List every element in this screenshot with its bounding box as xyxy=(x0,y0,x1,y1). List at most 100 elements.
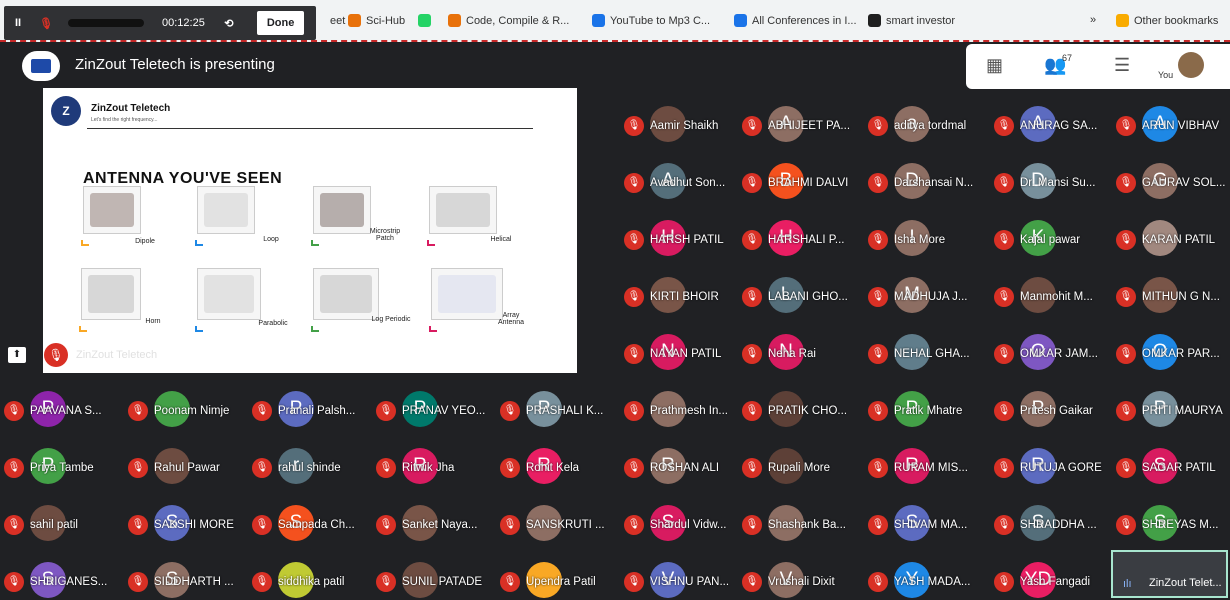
participant-name: SHRADDHA ... xyxy=(1020,519,1097,531)
participant-tile[interactable]: 🎙 B BRAHMI DALVI xyxy=(738,157,858,207)
participant-tile[interactable]: 🎙 A Avadhut Son... xyxy=(620,157,740,207)
participant-tile[interactable]: 🎙 SUNIL PATADE xyxy=(372,556,492,600)
participant-tile[interactable]: 🎙 M MADHUJA J... xyxy=(864,271,984,321)
bookmark-6[interactable]: smart investor xyxy=(868,14,955,27)
participant-tile[interactable]: 🎙 Rupali More xyxy=(738,442,858,492)
bookmark-5[interactable]: All Conferences in I... xyxy=(734,14,857,27)
other-bookmarks[interactable]: Other bookmarks xyxy=(1116,14,1218,27)
self-avatar[interactable] xyxy=(1178,52,1204,78)
participant-tile[interactable]: 🎙 Sanket Naya... xyxy=(372,499,492,549)
chat-icon[interactable]: ☰ xyxy=(1114,55,1130,76)
participant-tile[interactable]: 🎙 P Pritesh Gaikar xyxy=(990,385,1110,435)
participant-tile[interactable]: 🎙 KIRTI BHOIR xyxy=(620,271,740,321)
participant-tile[interactable]: 🎙 R RUPAM MIS... xyxy=(864,442,984,492)
participant-tile[interactable]: 🎙 R Rohit Kela xyxy=(496,442,616,492)
participant-tile[interactable]: 🎙 G GAURAV SOL... xyxy=(1112,157,1230,207)
participant-tile[interactable]: 🎙 S SIDDHARTH ... xyxy=(124,556,244,600)
participant-tile[interactable]: 🎙 K Kajal pawar xyxy=(990,214,1110,264)
mic-off-icon: 🎙 xyxy=(252,515,272,535)
participant-tile[interactable]: 🎙 P PRANAV YEO... xyxy=(372,385,492,435)
participant-tile[interactable]: 🎙 A ARUN VIBHAV xyxy=(1112,100,1230,150)
mic-off-icon: 🎙 xyxy=(500,401,520,421)
participant-tile[interactable]: 🎙 A ANURAG SA... xyxy=(990,100,1110,150)
participant-tile[interactable]: 🎙 D Darshansai N... xyxy=(864,157,984,207)
mic-off-icon: 🎙 xyxy=(1116,116,1136,136)
participant-tile[interactable]: 🎙 MITHUN G N... xyxy=(1112,271,1230,321)
participant-tile[interactable]: 🎙 P Priya Tambe xyxy=(0,442,120,492)
participant-tile[interactable]: 🎙 R RUTUJA GORE xyxy=(990,442,1110,492)
mic-off-icon: 🎙 xyxy=(1116,230,1136,250)
participant-tile[interactable]: 🎙 P PAAVANA S... xyxy=(0,385,120,435)
participant-tile[interactable]: 🎙 Rahul Pawar xyxy=(124,442,244,492)
participant-tile[interactable]: 🎙 P PRITI MAURYA xyxy=(1112,385,1230,435)
participant-name: MADHUJA J... xyxy=(894,291,968,303)
presenter-avatar xyxy=(22,51,60,81)
participant-tile[interactable]: 🎙 S SHRADDHA ... xyxy=(990,499,1110,549)
participant-tile[interactable]: 🎙 P PRASHALI K... xyxy=(496,385,616,435)
participant-tile[interactable]: 🎙 D Dr. Mansi Su... xyxy=(990,157,1110,207)
bookmark-4[interactable]: YouTube to Mp3 C... xyxy=(592,14,710,27)
present-icon[interactable]: ⬆ xyxy=(8,347,26,363)
participant-tile[interactable]: 🎙 sahil patil xyxy=(0,499,120,549)
participant-tile[interactable]: 🎙 r rahul shinde xyxy=(248,442,368,492)
participant-tile[interactable]: 🎙 R ROSHAN ALI xyxy=(620,442,740,492)
participant-tile[interactable]: 🎙 S SHREYAS M... xyxy=(1112,499,1230,549)
participant-tile[interactable]: 🎙 Aamir Shaikh xyxy=(620,100,740,150)
layout-grid-icon[interactable]: ▦ xyxy=(986,55,1003,76)
participant-tile[interactable]: 🎙 I Isha More xyxy=(864,214,984,264)
participant-tile[interactable]: 🎙 H HARSHALI P... xyxy=(738,214,858,264)
bookmark-0[interactable]: eet xyxy=(312,14,345,27)
bookmark-1[interactable]: Sci-Hub xyxy=(348,14,405,27)
participant-tile[interactable]: 🎙 N Neha Rai xyxy=(738,328,858,378)
participant-tile[interactable]: 🎙 A ABHIJEET PA... xyxy=(738,100,858,150)
participant-tile[interactable]: 🎙 Prathmesh In... xyxy=(620,385,740,435)
participant-tile[interactable]: 🎙 O OMKAR PAR... xyxy=(1112,328,1230,378)
participant-tile[interactable]: 🎙 Manmohit M... xyxy=(990,271,1110,321)
mic-off-icon: 🎙 xyxy=(994,572,1014,592)
bookmark-2[interactable] xyxy=(418,14,436,27)
participant-tile[interactable]: 🎙 P Pranali Palsh... xyxy=(248,385,368,435)
pause-icon[interactable]: II xyxy=(4,17,32,29)
participant-tile[interactable]: 🎙 R Ritwik Jha xyxy=(372,442,492,492)
participant-tile[interactable]: 🎙 NEHAL GHA... xyxy=(864,328,984,378)
participant-tile[interactable]: 🎙 YD Yash Fangadi xyxy=(990,556,1110,600)
mute-icon[interactable]: 🎙 xyxy=(32,17,60,30)
mic-off-icon: 🎙 xyxy=(624,173,644,193)
bookmarks-overflow-chevron[interactable]: » xyxy=(1090,14,1096,26)
participant-name: PRITI MAURYA xyxy=(1142,405,1223,417)
participant-tile[interactable]: 🎙 a aditya tordmal xyxy=(864,100,984,150)
antenna-image xyxy=(81,268,141,320)
bookmark-label: eet xyxy=(330,14,346,27)
participant-tile[interactable]: 🎙 siddhika patil xyxy=(248,556,368,600)
bookmark-3[interactable]: Code, Compile & R... xyxy=(448,14,569,27)
participant-tile[interactable]: 🎙 S SHRIGANES... xyxy=(0,556,120,600)
self-tile[interactable]: ılı ZinZout Telet... xyxy=(1111,550,1228,598)
participant-tile[interactable]: 🎙 S Sampada Ch... xyxy=(248,499,368,549)
participant-tile[interactable]: 🎙 O OMKAR JAM... xyxy=(990,328,1110,378)
participant-tile[interactable]: 🎙 L LABANI GHO... xyxy=(738,271,858,321)
participant-tile[interactable]: 🎙 V Vrushali Dixit xyxy=(738,556,858,600)
mic-off-icon: 🎙 xyxy=(1116,401,1136,421)
participant-tile[interactable]: 🎙 S SAKSHI MORE xyxy=(124,499,244,549)
participant-name: Avadhut Son... xyxy=(650,177,726,189)
participant-tile[interactable]: 🎙 H HARSH PATIL xyxy=(620,214,740,264)
participant-tile[interactable]: 🎙 V VISHNU PAN... xyxy=(620,556,740,600)
participant-tile[interactable]: 🎙 S SHIVAM MA... xyxy=(864,499,984,549)
participant-tile[interactable]: 🎙 S Shardul Vidw... xyxy=(620,499,740,549)
participant-tile[interactable]: 🎙 SANSKRUTI ... xyxy=(496,499,616,549)
antenna-image xyxy=(197,186,255,234)
undo-icon[interactable]: ⟲ xyxy=(215,17,243,30)
participant-tile[interactable]: 🎙 N NAYAN PATIL xyxy=(620,328,740,378)
participant-tile[interactable]: 🎙 Upendra Patil xyxy=(496,556,616,600)
participant-tile[interactable]: 🎙 P Pratik Mhatre xyxy=(864,385,984,435)
participant-tile[interactable]: 🎙 Poonam Nimje xyxy=(124,385,244,435)
done-button[interactable]: Done xyxy=(256,11,305,35)
mic-off-icon: 🎙 xyxy=(4,401,24,421)
mic-off-icon: 🎙 xyxy=(128,458,148,478)
you-label: You xyxy=(1158,70,1174,80)
participant-tile[interactable]: 🎙 Y YASH MADA... xyxy=(864,556,984,600)
participant-tile[interactable]: 🎙 PRATIK CHO... xyxy=(738,385,858,435)
participant-tile[interactable]: 🎙 KARAN PATIL xyxy=(1112,214,1230,264)
participant-tile[interactable]: 🎙 Shashank Ba... xyxy=(738,499,858,549)
participant-tile[interactable]: 🎙 S SAGAR PATIL xyxy=(1112,442,1230,492)
